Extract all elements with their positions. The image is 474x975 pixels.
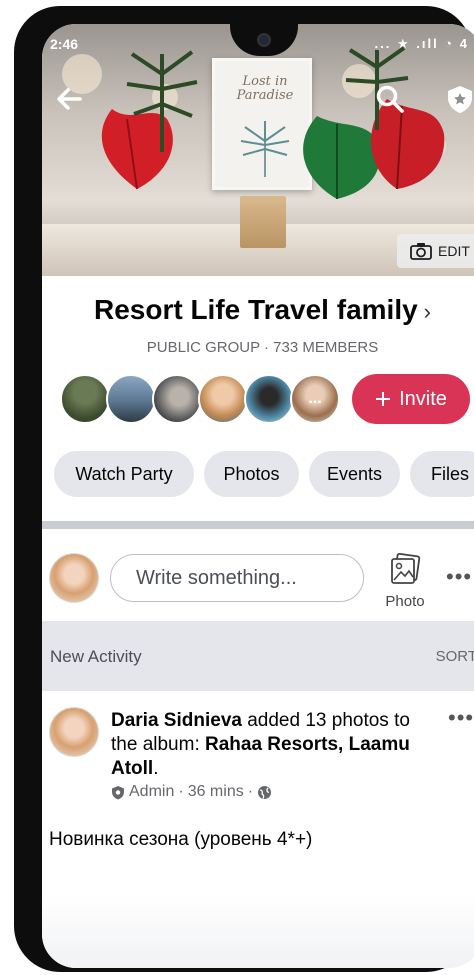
admin-shield-icon bbox=[112, 785, 124, 799]
status-icons: ... ★ .ıll ◔ 4 bbox=[374, 36, 469, 51]
activity-title: New Activity bbox=[50, 647, 142, 666]
post-body: Новинка сезона (уровень 4*+) bbox=[49, 829, 313, 850]
tab-events[interactable]: Events bbox=[309, 451, 400, 497]
group-title-row[interactable]: Resort Life Travel family › bbox=[42, 294, 474, 326]
my-avatar[interactable] bbox=[49, 553, 99, 603]
post-meta: Admin · 36 mins · bbox=[111, 783, 272, 801]
admin-tools-button[interactable] bbox=[445, 84, 474, 114]
invite-label: Invite bbox=[399, 387, 447, 410]
search-icon bbox=[376, 85, 404, 113]
screen: Lost in Paradise 2:46 ... ★ .ıll ◔ 4 EDI… bbox=[42, 24, 474, 968]
member-avatar[interactable] bbox=[198, 374, 248, 424]
feed-bottom bbox=[42, 894, 474, 968]
wooden-block bbox=[240, 196, 286, 248]
post-role: Admin bbox=[129, 783, 175, 800]
tab-files[interactable]: Files bbox=[410, 451, 474, 497]
camera-icon bbox=[410, 243, 432, 260]
frame-text: Lost in Paradise bbox=[236, 74, 294, 103]
front-camera bbox=[257, 33, 271, 47]
section-divider bbox=[42, 521, 474, 529]
palm-leaf-sketch bbox=[240, 121, 290, 177]
shield-star-icon bbox=[448, 86, 472, 113]
member-avatar[interactable] bbox=[60, 374, 110, 424]
globe-icon bbox=[258, 785, 272, 799]
sort-button[interactable]: SORT bbox=[436, 648, 474, 665]
post-time[interactable]: 36 mins bbox=[188, 783, 244, 801]
group-meta: PUBLIC GROUP · 733 MEMBERS bbox=[146, 339, 379, 356]
phone-frame: Lost in Paradise 2:46 ... ★ .ıll ◔ 4 EDI… bbox=[14, 6, 474, 972]
meta-separator: · bbox=[178, 783, 184, 800]
back-arrow-icon bbox=[57, 88, 82, 110]
post-author-avatar[interactable] bbox=[49, 707, 99, 757]
cover-photo[interactable]: Lost in Paradise 2:46 ... ★ .ıll ◔ 4 EDI… bbox=[42, 24, 474, 276]
group-title: Resort Life Travel family bbox=[93, 294, 418, 325]
chevron-right-icon: › bbox=[423, 299, 431, 324]
edit-cover-button[interactable]: EDIT bbox=[397, 234, 474, 268]
status-time: 2:46 bbox=[50, 36, 79, 52]
member-avatar[interactable] bbox=[106, 374, 156, 424]
composer-more-icon[interactable]: ••• bbox=[446, 564, 472, 590]
post-after-album: . bbox=[153, 758, 159, 779]
post-more-icon[interactable]: ••• bbox=[448, 705, 474, 731]
feed-post: Daria Sidnieva added 13 photos to the al… bbox=[42, 691, 474, 891]
edit-label: EDIT bbox=[438, 243, 470, 259]
more-members-label: ... bbox=[308, 390, 322, 407]
photo-gallery-icon bbox=[391, 552, 421, 584]
member-avatar-more[interactable]: ... bbox=[290, 374, 340, 424]
post-composer: Write something... Photo ••• bbox=[42, 539, 474, 619]
post-header: Daria Sidnieva added 13 photos to the al… bbox=[111, 709, 431, 781]
photo-label: Photo bbox=[385, 593, 425, 610]
tab-watch-party[interactable]: Watch Party bbox=[54, 451, 194, 497]
group-tabs: Watch Party Photos Events Files bbox=[54, 451, 474, 497]
add-photo-button[interactable]: Photo bbox=[378, 547, 432, 613]
invite-button[interactable]: Invite bbox=[352, 374, 470, 424]
member-avatar[interactable] bbox=[152, 374, 202, 424]
back-button[interactable] bbox=[54, 84, 84, 114]
member-avatar[interactable] bbox=[244, 374, 294, 424]
new-activity-bar: New Activity SORT bbox=[42, 621, 474, 691]
plus-icon bbox=[376, 392, 391, 406]
search-button[interactable] bbox=[375, 84, 405, 114]
meta-separator: · bbox=[247, 783, 254, 800]
member-avatars[interactable]: ... bbox=[60, 374, 360, 424]
write-something-input[interactable]: Write something... bbox=[110, 554, 364, 602]
post-author[interactable]: Daria Sidnieva bbox=[111, 710, 242, 731]
tab-photos[interactable]: Photos bbox=[204, 451, 299, 497]
